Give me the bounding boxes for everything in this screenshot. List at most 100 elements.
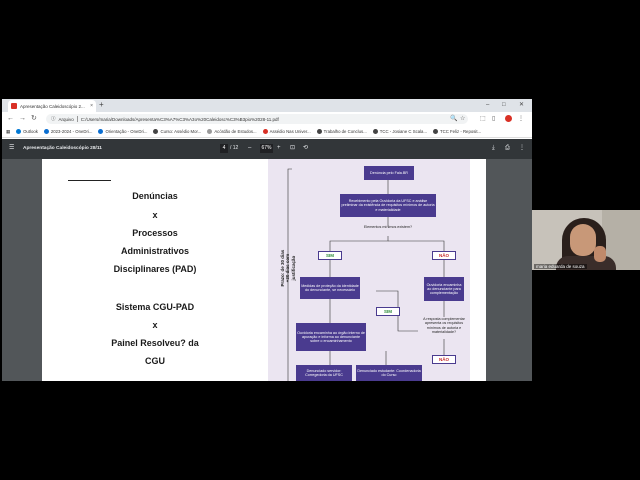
browser-window: Apresentação Caleidoscópio 2... × + – □ … [2,99,532,381]
flow-box-servidor: Denunciado servidor: Corregedoria da UFS… [296,365,352,381]
rotate-icon[interactable]: ⟲ [303,144,308,153]
bookmark-label: Curso: Assédio Mor... [160,129,202,134]
zoom-in-button[interactable]: + [277,144,281,153]
print-icon[interactable]: ⎙ [505,144,510,153]
pdf-page: Denúncias x Processos Administrativos Di… [42,159,486,381]
pdf-menu-icon[interactable]: ☰ [9,144,14,153]
pdf-viewer[interactable]: Denúncias x Processos Administrativos Di… [2,159,532,381]
bookmark-icon [98,129,104,134]
zoom-level[interactable]: 67% [260,144,273,153]
more-options-icon[interactable]: ⋮ [519,144,525,153]
bookmark-item[interactable]: Orientação - OneDri... [98,129,147,134]
address-label: Arquivo [58,116,74,122]
page-number-input[interactable]: 4 [220,144,228,153]
bookmark-label: Orientação - OneDri... [105,129,148,134]
bookmark-icon [262,129,268,134]
bookmark-label: 2023-2024 - OneDri... [50,129,93,134]
bookmark-label: Outlook [23,129,38,134]
bookmark-label: TCC Feliz - Reposit... [440,129,482,134]
tab-title: Apresentação Caleidoscópio 2... [20,103,85,109]
profile-avatar[interactable] [505,115,512,125]
menu-kebab-icon[interactable]: ⋮ [518,115,524,123]
maximize-button[interactable]: □ [502,100,506,110]
bookmark-item[interactable]: Acórdão de Estudos... [207,129,257,134]
pdf-toolbar: ☰ Apresentação Caleidoscópio 28/11 4 / 1… [2,139,532,159]
deadline-label: Prazo: de 30 dias +30 dias com justifica… [279,249,296,287]
address-divider [76,116,78,122]
flow-box-estudante: Denunciado estudante: Coordenadoria do C… [356,365,422,381]
slide-text-line: Sistema CGU-PAD [115,302,195,312]
slide-text-line: Processos [132,228,178,238]
zoom-icon[interactable]: 🔍 [450,115,457,123]
bookmark-item[interactable]: 2023-2024 - OneDri... [43,129,93,134]
sidepanel-icon[interactable]: ▯ [492,115,495,123]
slide-text-line: Painel Resolveu? da [111,338,199,348]
slide-text-line: x [152,210,158,220]
question-elementos: Elementos mínimos existem? [363,225,413,229]
bookmark-item[interactable]: Outlook [16,129,38,134]
tab-close-icon[interactable]: × [90,103,93,109]
bookmark-icon [372,129,378,134]
bookmark-item[interactable]: TCC Feliz - Reposit... [433,129,481,134]
bookmark-label: Trabalho de Conclus... [323,129,367,134]
bookmark-label: Acórdão de Estudos... [214,129,257,134]
back-icon[interactable]: ← [7,114,14,123]
new-tab-button[interactable]: + [99,100,104,110]
bookmark-item[interactable]: TCC - Josiane C Scala... [372,129,428,134]
bookmark-icon [433,129,439,134]
extensions-icon[interactable]: ⬚ [480,115,486,123]
flow-box-recebimento: Recebimento pela Ouvidoria da UFSC e aná… [340,194,436,217]
bookmark-label: TCC - Josiane C Scala... [379,129,428,134]
flow-box-denuncia: Denúncia pelo Fala.BR [364,166,414,180]
page-total: / 12 [230,145,239,151]
address-bar[interactable]: ⓘ Arquivo C:/Users/maria/Downloads/Apres… [46,114,468,124]
slide-text-line: x [152,320,158,330]
slide-left-text: Denúncias x Processos Administrativos Di… [42,159,268,381]
flow-box-complementacao: Ouvidoria encaminha ao denunciante para … [424,277,464,301]
sim-label-2: SIM [376,307,400,316]
screen: Apresentação Caleidoscópio 2... × + – □ … [0,0,640,480]
nao-label-2: NÃO [432,355,456,364]
address-bar-row: ← → ↻ ⓘ Arquivo C:/Users/maria/Downloads… [2,112,532,126]
nao-label: NÃO [432,251,456,260]
participant-video[interactable]: maria eduarda de souza [532,210,640,270]
bookmark-icon [153,129,159,134]
bookmark-icon [207,129,213,134]
bookmark-icon [16,129,22,134]
apps-icon[interactable]: ▦ [6,129,10,135]
bookmark-icon [43,129,49,134]
pdf-title: Apresentação Caleidoscópio 28/11 [23,146,102,151]
question-resposta: A resposta complementar apresenta os req… [423,317,465,334]
flow-box-encaminhamento: Ouvidoria encaminha ao órgão interno de … [296,323,366,351]
bookmark-item[interactable]: Trabalho de Conclus... [316,129,367,134]
url-text[interactable]: C:/Users/maria/Downloads/Apresenta%C3%A7… [81,117,279,122]
bookmarks-bar: ▦ Outlook 2023-2024 - OneDri... Orientaç… [2,126,532,138]
flow-box-medidas: Medidas de proteção da identidade do den… [300,277,360,299]
forward-icon[interactable]: → [19,114,26,123]
download-icon[interactable]: ⤓ [492,144,495,153]
slide-text-line: Denúncias [132,191,178,201]
file-icon: ⓘ [51,116,56,121]
slide-text-line: Disciplinares (PAD) [113,264,197,274]
flowchart-panel: Prazo: de 30 dias +30 dias com justifica… [268,159,470,381]
participant-name: maria eduarda de souza [534,264,587,269]
bookmark-item[interactable]: Curso: Assédio Mor... [153,129,201,134]
tab-pdf[interactable]: Apresentação Caleidoscópio 2... × [8,100,96,112]
close-window-button[interactable]: ✕ [519,100,524,110]
sim-label: SIM [318,251,342,260]
title-underline [68,180,111,181]
zoom-out-button[interactable]: – [248,144,251,153]
slide-text-line: Administrativos [120,246,189,256]
bookmark-item[interactable]: Assédio Nas Univer... [262,129,311,134]
pdf-icon [11,103,17,109]
reload-icon[interactable]: ↻ [31,114,37,123]
tab-strip: Apresentação Caleidoscópio 2... × + – □ … [2,99,532,112]
minimize-button[interactable]: – [486,100,489,110]
slide-text-line: CGU [145,356,165,366]
fit-page-icon[interactable]: ⊡ [290,144,295,153]
bookmark-label: Assédio Nas Univer... [269,129,311,134]
participant-face [570,224,596,256]
bookmark-icon [316,129,322,134]
participant-hand [594,246,606,262]
bookmark-star-icon[interactable]: ☆ [460,115,465,123]
